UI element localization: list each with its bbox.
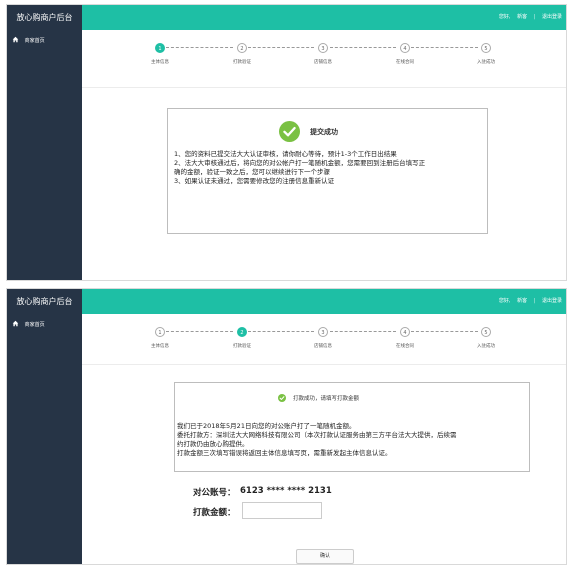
step-1-marker: 1	[155, 43, 165, 53]
step-3-marker: 3	[318, 327, 328, 337]
step-2-marker: 2	[237, 43, 247, 53]
step-5-label: 入驻成功	[477, 344, 495, 349]
greeting-text: 您好,	[498, 298, 511, 304]
sidebar: 商家首页	[7, 314, 82, 564]
step-connector	[166, 331, 233, 332]
step-connector	[411, 47, 478, 48]
payment-amount-label: 打款金额：	[193, 508, 236, 518]
home-icon	[12, 36, 19, 43]
step-2-label: 打款验证	[233, 60, 251, 65]
message-line: 约打款仍由放心购提供。	[177, 440, 249, 448]
step-2-label: 打款验证	[233, 344, 251, 349]
top-bar: 您好, 新客 | 退出登录	[7, 289, 566, 314]
sidebar-item-home[interactable]: 商家首页	[12, 36, 45, 44]
top-links-separator: |	[533, 14, 536, 20]
message-line: 打款金额三次填写错误将返回主体信息填写页，需重新发起主体信息认证。	[177, 449, 392, 457]
app-title: 放心购商户后台	[7, 5, 82, 30]
submit-success-title: 提交成功	[310, 128, 338, 136]
top-links-separator: |	[533, 298, 536, 304]
step-connector	[330, 331, 396, 332]
top-bar: 您好, 新客 | 退出登录	[7, 5, 566, 30]
step-4-label: 在线合同	[396, 344, 414, 349]
check-circle-icon	[279, 121, 300, 142]
message-line: 我们已于2018年5月21日向您的对公账户打了一笔随机金额。	[177, 422, 356, 430]
step-connector	[411, 331, 478, 332]
sidebar-item-label: 商家首页	[24, 38, 45, 44]
account-number-label: 对公账号：	[193, 488, 236, 498]
main-content: 1 2 3 4 5 主体信息 打款验证 店铺信息 在线合同 入驻成功 提交成功 …	[82, 30, 566, 280]
step-1-label: 主体信息	[151, 344, 169, 349]
step-4-marker: 4	[400, 43, 410, 53]
steps-divider	[82, 364, 566, 365]
step-5-marker: 5	[481, 327, 491, 337]
sidebar-item-home[interactable]: 商家首页	[12, 320, 45, 328]
payment-success-title: 打款成功，请填写打款金额	[293, 396, 360, 402]
screen-submit-success: 您好, 新客 | 退出登录 放心购商户后台 商家首页 1 2 3 4 5 主体信…	[6, 4, 567, 281]
logout-link[interactable]: 退出登录	[542, 289, 562, 314]
step-3-label: 店铺信息	[314, 60, 332, 65]
step-connector	[248, 331, 314, 332]
logout-link[interactable]: 退出登录	[542, 5, 562, 30]
payment-success-message: 我们已于2018年5月21日向您的对公账户打了一笔随机金额。 委托打款方：深圳法…	[177, 422, 527, 458]
step-connector	[248, 47, 314, 48]
step-5-label: 入驻成功	[477, 60, 495, 65]
sidebar-item-label: 商家首页	[24, 322, 45, 328]
top-links: 您好, 新客 | 退出登录	[494, 5, 562, 30]
payment-amount-input[interactable]	[242, 502, 322, 519]
step-4-label: 在线合同	[396, 60, 414, 65]
top-links: 您好, 新客 | 退出登录	[494, 289, 562, 314]
sidebar: 商家首页	[7, 30, 82, 280]
user-name-link[interactable]: 新客	[517, 5, 527, 30]
step-5-marker: 5	[481, 43, 491, 53]
step-3-marker: 3	[318, 43, 328, 53]
step-1-label: 主体信息	[151, 60, 169, 65]
submit-success-box: 提交成功 1、您的资料已提交法大大认证审核，请你耐心等待，预计1-3个工作日出结…	[167, 108, 488, 234]
user-name-link[interactable]: 新客	[517, 289, 527, 314]
step-3-label: 店铺信息	[314, 344, 332, 349]
account-number-value: 6123 **** **** 2131	[240, 486, 332, 496]
step-connector	[166, 47, 233, 48]
message-line: 2、法大大审核通过后，将向您的对公帐户打一笔随机金额，您需要回到注册后台填写正	[174, 159, 426, 167]
message-line: 3、如果认证未通过，您需要修改您的注册信息重新认证	[174, 177, 335, 185]
confirm-button[interactable]: 确认	[296, 549, 354, 564]
check-circle-icon	[278, 394, 286, 402]
main-content: 1 2 3 4 5 主体信息 打款验证 店铺信息 在线合同 入驻成功 打款成功，…	[82, 314, 566, 564]
home-icon	[12, 320, 19, 327]
greeting-text: 您好,	[498, 14, 511, 20]
step-connector	[330, 47, 396, 48]
payment-success-box: 打款成功，请填写打款金额 我们已于2018年5月21日向您的对公账户打了一笔随机…	[174, 382, 530, 472]
steps-divider	[82, 87, 566, 88]
screen-payment-verification: 您好, 新客 | 退出登录 放心购商户后台 商家首页 1 2 3 4 5 主体信…	[6, 288, 567, 565]
app-title: 放心购商户后台	[7, 289, 82, 314]
message-line: 1、您的资料已提交法大大认证审核，请你耐心等待，预计1-3个工作日出结果	[174, 150, 397, 158]
step-4-marker: 4	[400, 327, 410, 337]
submit-success-message: 1、您的资料已提交法大大认证审核，请你耐心等待，预计1-3个工作日出结果 2、法…	[174, 150, 480, 186]
message-line: 确的金额，验证一致之后，您可以继续进行下一个步骤	[174, 168, 330, 176]
step-1-marker: 1	[155, 327, 165, 337]
message-line: 委托打款方：深圳法大大网络科技有限公司（本次打款认证服务由第三方平台法大大提供，…	[177, 431, 457, 439]
step-2-marker: 2	[237, 327, 247, 337]
